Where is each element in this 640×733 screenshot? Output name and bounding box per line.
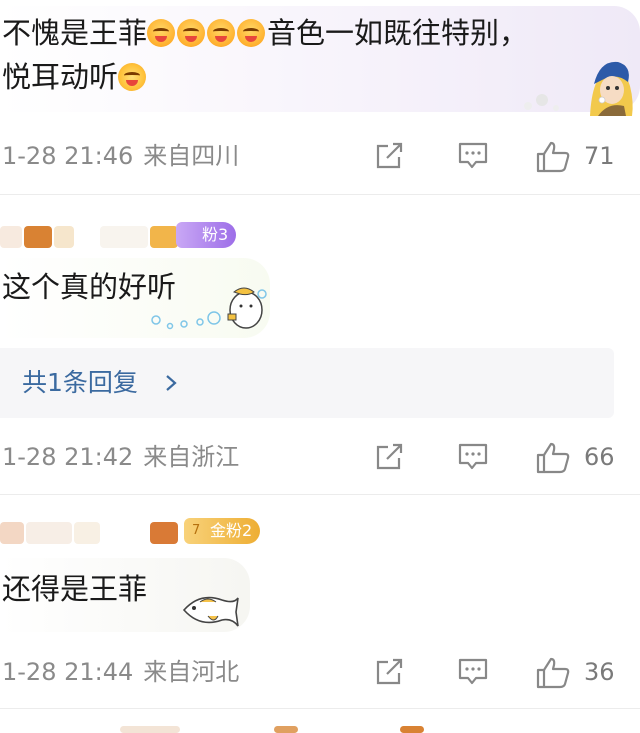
- like-count: 71: [584, 142, 615, 170]
- share-icon[interactable]: [374, 657, 406, 687]
- user-row: [0, 722, 640, 733]
- blurred-username: [74, 522, 100, 544]
- grin-emoji-icon: [237, 19, 266, 47]
- comment-location: 来自浙江: [143, 443, 240, 471]
- fan-badge: 7 金粉2: [184, 518, 261, 544]
- blurred-username: [274, 726, 298, 733]
- share-icon[interactable]: [374, 141, 406, 171]
- blurred-username: [150, 522, 178, 544]
- grin-emoji-icon: [207, 19, 236, 47]
- blurred-username: [26, 522, 72, 544]
- blurred-username: [100, 226, 148, 248]
- blurred-username: [54, 226, 74, 248]
- comment-meta: 1-28 21:44 来自河北 36: [0, 652, 640, 692]
- blurred-username: [24, 226, 52, 248]
- grin-emoji-icon: [147, 19, 176, 47]
- like-count: 36: [584, 658, 615, 686]
- pearl-girl-decoration-icon: [520, 56, 636, 116]
- reply-summary[interactable]: 共1条回复: [0, 348, 614, 418]
- chevron-right-icon: [162, 374, 180, 392]
- user-row: 7 金粉2: [0, 518, 640, 552]
- thumbs-up-icon[interactable]: [536, 141, 570, 173]
- reply-count-link[interactable]: 共1条回复: [22, 360, 138, 406]
- comment-meta: 1-28 21:46 来自四川 71: [0, 136, 640, 176]
- comment-meta: 1-28 21:42 来自浙江 66: [0, 437, 640, 477]
- like-count: 66: [584, 443, 615, 471]
- comment-item-1: 不愧是王菲 音色一如既往特别， 悦耳动听 1-28 21:46 来自四川 71: [0, 0, 640, 190]
- divider: [0, 494, 640, 495]
- thumbs-up-icon[interactable]: [536, 657, 570, 689]
- grin-emoji-icon: [177, 19, 206, 47]
- comment-text: 还得是王菲: [2, 572, 148, 606]
- blurred-username: [400, 726, 424, 733]
- comment-date: 1-28 21:46: [2, 142, 134, 170]
- mascot-bubbles-decoration-icon: [148, 284, 272, 334]
- divider: [0, 708, 640, 709]
- comment-icon[interactable]: [457, 442, 489, 472]
- comment-icon[interactable]: [457, 141, 489, 171]
- divider: [0, 194, 640, 195]
- user-row: 粉3: [0, 222, 640, 256]
- thumbs-up-icon[interactable]: [536, 442, 570, 474]
- blurred-username: [0, 522, 24, 544]
- fan-level: 7: [192, 523, 201, 538]
- share-icon[interactable]: [374, 442, 406, 472]
- blurred-username: [0, 226, 22, 248]
- comment-location: 来自四川: [143, 142, 240, 170]
- fan-badge: 粉3: [176, 222, 237, 248]
- fish-decoration-icon: [178, 586, 242, 634]
- comment-date: 1-28 21:44: [2, 658, 134, 686]
- comment-date: 1-28 21:42: [2, 443, 134, 471]
- blurred-username: [150, 226, 178, 248]
- comment-text-line2: 悦耳动听: [2, 54, 148, 100]
- comment-icon[interactable]: [457, 657, 489, 687]
- comment-text: 不愧是王菲 音色一如既往特别，: [2, 16, 529, 50]
- comment-location: 来自河北: [143, 658, 240, 686]
- flower-emoji-icon: [118, 63, 147, 91]
- blurred-username: [120, 726, 180, 733]
